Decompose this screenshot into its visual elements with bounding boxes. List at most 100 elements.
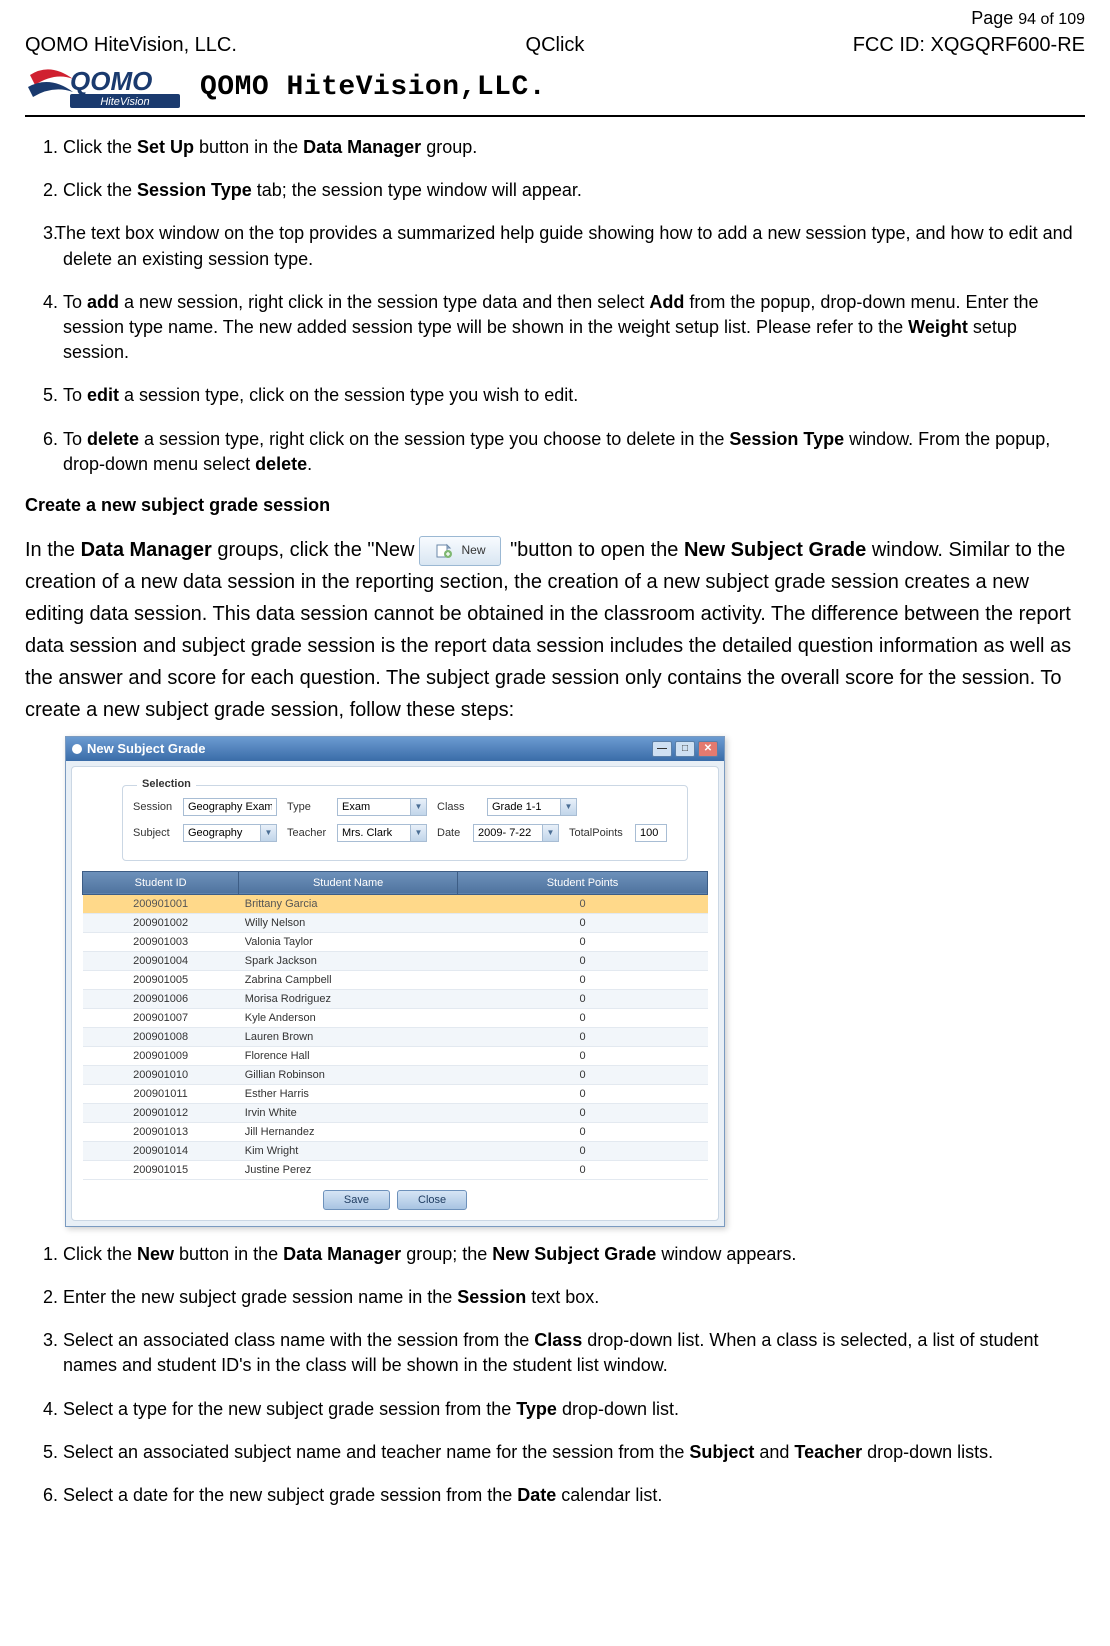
step2-2: Enter the new subject grade session name… <box>63 1285 1085 1310</box>
col-student-name: Student Name <box>239 871 458 894</box>
table-row[interactable]: 200901010Gillian Robinson0 <box>83 1065 708 1084</box>
instruction-list-2: Click the New button in the Data Manager… <box>63 1242 1085 1508</box>
teacher-select[interactable] <box>337 824 411 842</box>
cell-points: 0 <box>458 1160 708 1179</box>
cell-id: 200901003 <box>83 932 239 951</box>
close-action-button[interactable]: Close <box>397 1190 467 1210</box>
type-select[interactable] <box>337 798 411 816</box>
step-2: Click the Session Type tab; the session … <box>63 178 1085 203</box>
cell-name: Valonia Taylor <box>239 932 458 951</box>
cell-points: 0 <box>458 1065 708 1084</box>
cell-name: Jill Hernandez <box>239 1122 458 1141</box>
table-row[interactable]: 200901004Spark Jackson0 <box>83 951 708 970</box>
new-button-inline: New <box>419 536 501 566</box>
selection-legend: Selection <box>137 778 196 790</box>
cell-name: Spark Jackson <box>239 951 458 970</box>
cell-name: Kyle Anderson <box>239 1008 458 1027</box>
cell-id: 200901009 <box>83 1046 239 1065</box>
app-name: QClick <box>378 34 731 57</box>
cell-points: 0 <box>458 1122 708 1141</box>
table-row[interactable]: 200901007Kyle Anderson0 <box>83 1008 708 1027</box>
cell-name: Lauren Brown <box>239 1027 458 1046</box>
cell-points: 0 <box>458 1027 708 1046</box>
table-row[interactable]: 200901011Esther Harris0 <box>83 1084 708 1103</box>
cell-id: 200901006 <box>83 989 239 1008</box>
company-name: QOMO HiteVision, LLC. <box>25 34 378 57</box>
cell-id: 200901008 <box>83 1027 239 1046</box>
table-row[interactable]: 200901013Jill Hernandez0 <box>83 1122 708 1141</box>
chevron-down-icon[interactable]: ▼ <box>261 824 277 842</box>
cell-points: 0 <box>458 1008 708 1027</box>
qomo-logo: QOMO HiteVision <box>25 62 185 112</box>
cell-points: 0 <box>458 932 708 951</box>
step-1: Click the Set Up button in the Data Mana… <box>63 135 1085 160</box>
window-icon <box>72 744 82 754</box>
page-number: Page 94 of 109 <box>25 8 1085 29</box>
chevron-down-icon[interactable]: ▼ <box>411 824 427 842</box>
date-select[interactable] <box>473 824 543 842</box>
cell-id: 200901012 <box>83 1103 239 1122</box>
students-table: Student ID Student Name Student Points 2… <box>82 871 708 1180</box>
cell-id: 200901007 <box>83 1008 239 1027</box>
table-row[interactable]: 200901005Zabrina Campbell0 <box>83 970 708 989</box>
class-select[interactable] <box>487 798 561 816</box>
step2-1: Click the New button in the Data Manager… <box>63 1242 1085 1267</box>
session-input[interactable] <box>183 798 277 816</box>
window-title: New Subject Grade <box>87 741 205 756</box>
document-icon <box>434 543 454 559</box>
subject-select[interactable] <box>183 824 261 842</box>
page-info-row: Page 94 of 109 <box>25 8 1085 29</box>
cell-id: 200901002 <box>83 913 239 932</box>
cell-id: 200901015 <box>83 1160 239 1179</box>
col-student-points: Student Points <box>458 871 708 894</box>
logo-row: QOMO HiteVision QOMO HiteVision,LLC. <box>25 62 1085 112</box>
cell-points: 0 <box>458 1141 708 1160</box>
cell-name: Morisa Rodriguez <box>239 989 458 1008</box>
cell-name: Kim Wright <box>239 1141 458 1160</box>
totalpoints-input[interactable] <box>635 824 667 842</box>
table-row[interactable]: 200901009Florence Hall0 <box>83 1046 708 1065</box>
table-row[interactable]: 200901003Valonia Taylor0 <box>83 932 708 951</box>
minimize-button[interactable]: — <box>652 741 672 757</box>
svg-text:QOMO: QOMO <box>70 66 152 96</box>
col-student-id: Student ID <box>83 871 239 894</box>
table-row[interactable]: 200901002Willy Nelson0 <box>83 913 708 932</box>
type-label: Type <box>287 801 331 813</box>
step-5: To edit a session type, click on the ses… <box>63 383 1085 408</box>
cell-points: 0 <box>458 894 708 913</box>
header-row: QOMO HiteVision, LLC. QClick FCC ID: XQG… <box>25 34 1085 57</box>
cell-id: 200901005 <box>83 970 239 989</box>
table-row[interactable]: 200901008Lauren Brown0 <box>83 1027 708 1046</box>
cell-points: 0 <box>458 989 708 1008</box>
step-6: To delete a session type, right click on… <box>63 427 1085 477</box>
chevron-down-icon[interactable]: ▼ <box>561 798 577 816</box>
instruction-list-1: Click the Set Up button in the Data Mana… <box>63 135 1085 477</box>
fcc-id: FCC ID: XQGQRF600-RE <box>732 34 1085 57</box>
chevron-down-icon[interactable]: ▼ <box>543 824 559 842</box>
cell-id: 200901004 <box>83 951 239 970</box>
svg-text:HiteVision: HiteVision <box>100 96 149 108</box>
cell-points: 0 <box>458 970 708 989</box>
table-row[interactable]: 200901001Brittany Garcia0 <box>83 894 708 913</box>
company-title: QOMO HiteVision,LLC. <box>200 72 546 103</box>
close-button[interactable]: ✕ <box>698 741 718 757</box>
cell-name: Esther Harris <box>239 1084 458 1103</box>
save-button[interactable]: Save <box>323 1190 390 1210</box>
cell-id: 200901011 <box>83 1084 239 1103</box>
chevron-down-icon[interactable]: ▼ <box>411 798 427 816</box>
body-paragraph: In the Data Manager groups, click the "N… <box>25 534 1085 726</box>
maximize-button[interactable]: □ <box>675 741 695 757</box>
table-row[interactable]: 200901006Morisa Rodriguez0 <box>83 989 708 1008</box>
teacher-label: Teacher <box>287 827 331 839</box>
new-subject-grade-window: New Subject Grade — □ ✕ Selection Sessio… <box>65 736 725 1227</box>
cell-name: Justine Perez <box>239 1160 458 1179</box>
table-row[interactable]: 200901012Irvin White0 <box>83 1103 708 1122</box>
cell-id: 200901001 <box>83 894 239 913</box>
cell-name: Gillian Robinson <box>239 1065 458 1084</box>
selection-panel: Selection Session Type▼ Class▼ Subject▼ … <box>122 785 688 861</box>
table-row[interactable]: 200901015Justine Perez0 <box>83 1160 708 1179</box>
table-row[interactable]: 200901014Kim Wright0 <box>83 1141 708 1160</box>
class-label: Class <box>437 801 481 813</box>
cell-points: 0 <box>458 1046 708 1065</box>
cell-points: 0 <box>458 1103 708 1122</box>
